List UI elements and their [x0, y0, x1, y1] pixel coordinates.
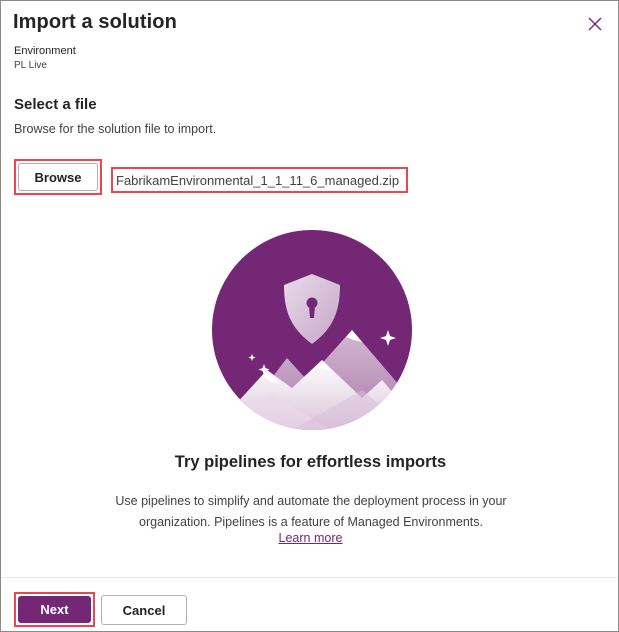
browse-button[interactable]: Browse — [18, 163, 98, 191]
close-icon — [588, 17, 602, 31]
select-file-title: Select a file — [14, 96, 97, 113]
shield-mountains-illustration — [212, 230, 412, 430]
promo-title: Try pipelines for effortless imports — [174, 453, 447, 471]
next-highlight: Next — [14, 592, 95, 627]
import-solution-panel: Import a solution Environment PL Live Se… — [0, 0, 619, 632]
footer-divider — [2, 577, 617, 578]
dialog-title: Import a solution — [13, 11, 177, 33]
learn-more-container: Learn more — [1, 531, 619, 545]
cancel-button[interactable]: Cancel — [101, 595, 187, 625]
promo-description: Use pipelines to simplify and automate t… — [115, 494, 507, 529]
select-file-description: Browse for the solution file to import. — [14, 122, 217, 136]
next-button[interactable]: Next — [18, 596, 91, 623]
browse-highlight: Browse — [14, 159, 102, 195]
environment-label: Environment — [14, 45, 76, 57]
selected-file-name: FabrikamEnvironmental_1_1_11_6_managed.z… — [116, 172, 400, 188]
learn-more-link[interactable]: Learn more — [279, 531, 343, 545]
file-name-highlight: FabrikamEnvironmental_1_1_11_6_managed.z… — [111, 167, 408, 193]
environment-value: PL Live — [14, 60, 47, 71]
close-button[interactable] — [584, 13, 606, 35]
